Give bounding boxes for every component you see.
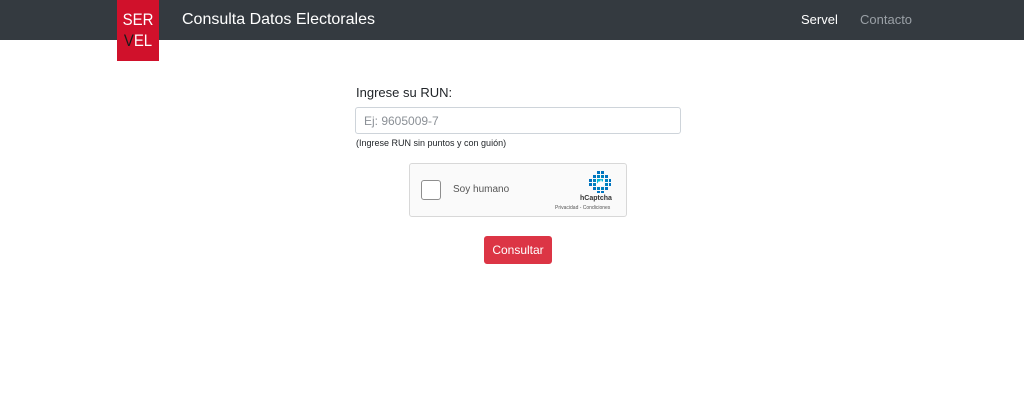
servel-logo[interactable]: SER VEL xyxy=(117,0,159,61)
captcha-label: Soy humano xyxy=(453,184,510,195)
hcaptcha-brand: hCaptcha xyxy=(580,195,612,202)
run-label: Ingrese su RUN: xyxy=(356,85,453,100)
run-help-text: (Ingrese RUN sin puntos y con guión) xyxy=(356,138,507,148)
run-input[interactable] xyxy=(355,107,681,134)
consultar-button[interactable]: Consultar xyxy=(484,236,552,264)
logo-text-line1: SER xyxy=(122,10,154,29)
logo-v-letter: V xyxy=(123,31,134,50)
app-title[interactable]: Consulta Datos Electorales xyxy=(182,10,375,30)
hcaptcha-widget: Soy humano hCaptcha Privacidad - Condici… xyxy=(409,163,627,217)
nav-link-contacto[interactable]: Contacto xyxy=(860,11,912,29)
hcaptcha-logo-icon[interactable] xyxy=(588,170,612,194)
nav-link-servel[interactable]: Servel xyxy=(801,11,838,29)
hcaptcha-links[interactable]: Privacidad - Condiciones xyxy=(555,205,610,211)
logo-el-letters: EL xyxy=(133,31,153,50)
captcha-checkbox[interactable] xyxy=(421,180,441,200)
logo-text-line2: VEL xyxy=(120,32,157,49)
